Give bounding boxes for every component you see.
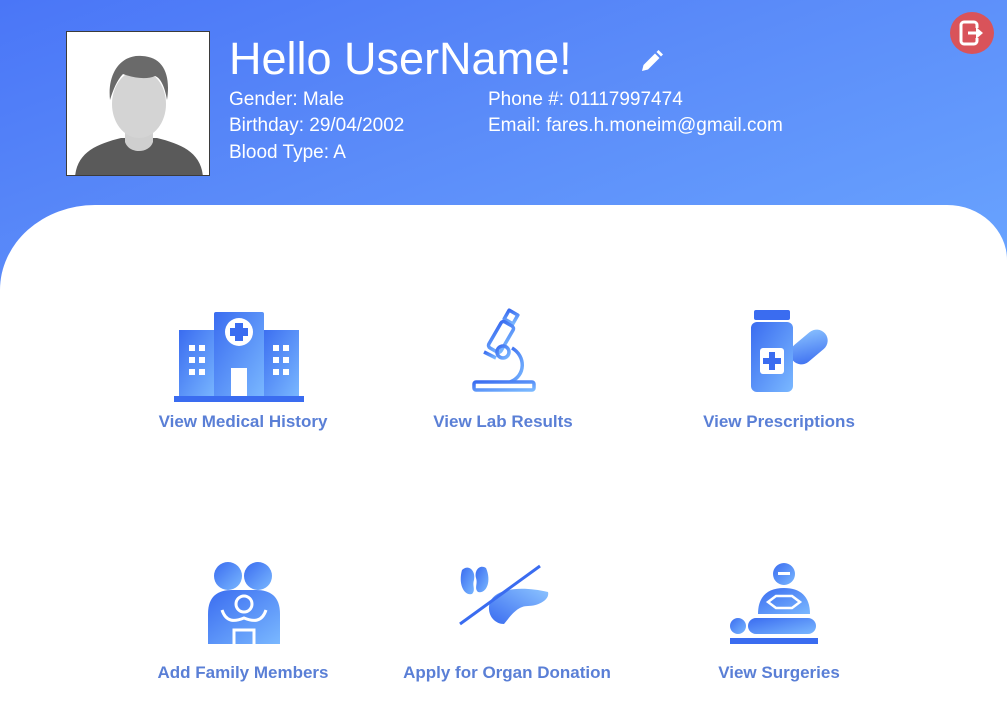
greeting-title: Hello UserName!	[229, 33, 572, 84]
apply-organ-donation-label[interactable]: Apply for Organ Donation	[403, 663, 611, 683]
organ-donation-icon	[459, 564, 549, 626]
medicine-icon	[751, 310, 828, 392]
edit-profile-button[interactable]	[638, 49, 664, 75]
avatar	[66, 31, 210, 176]
birthday-text: Birthday: 29/04/2002	[229, 115, 405, 136]
blood-type-text: Blood Type: A	[229, 142, 346, 163]
gender-text: Gender: Male	[229, 89, 345, 110]
view-surgeries-button[interactable]	[728, 560, 820, 646]
view-medical-history-label[interactable]: View Medical History	[159, 412, 328, 432]
view-medical-history-button[interactable]	[174, 310, 304, 404]
phone-text: Phone #: 01117997474	[488, 89, 683, 110]
microscope-icon	[472, 308, 536, 392]
family-icon	[208, 562, 280, 644]
hospital-icon	[174, 312, 304, 402]
pencil-icon	[642, 50, 663, 71]
surgery-icon	[730, 563, 818, 644]
avatar-placeholder-icon	[67, 32, 209, 175]
email-text: Email: fares.h.moneim@gmail.com	[488, 115, 783, 136]
add-family-members-label[interactable]: Add Family Members	[158, 663, 329, 683]
apply-organ-donation-button[interactable]	[456, 562, 552, 628]
view-prescriptions-label[interactable]: View Prescriptions	[703, 412, 855, 432]
view-lab-results-button[interactable]	[470, 308, 540, 394]
main-panel	[0, 205, 1007, 728]
logout-button[interactable]	[950, 12, 994, 54]
view-surgeries-label[interactable]: View Surgeries	[718, 663, 840, 683]
view-prescriptions-button[interactable]	[748, 308, 830, 394]
view-lab-results-label[interactable]: View Lab Results	[433, 412, 573, 432]
logout-icon	[959, 20, 983, 46]
add-family-members-button[interactable]	[204, 560, 284, 646]
